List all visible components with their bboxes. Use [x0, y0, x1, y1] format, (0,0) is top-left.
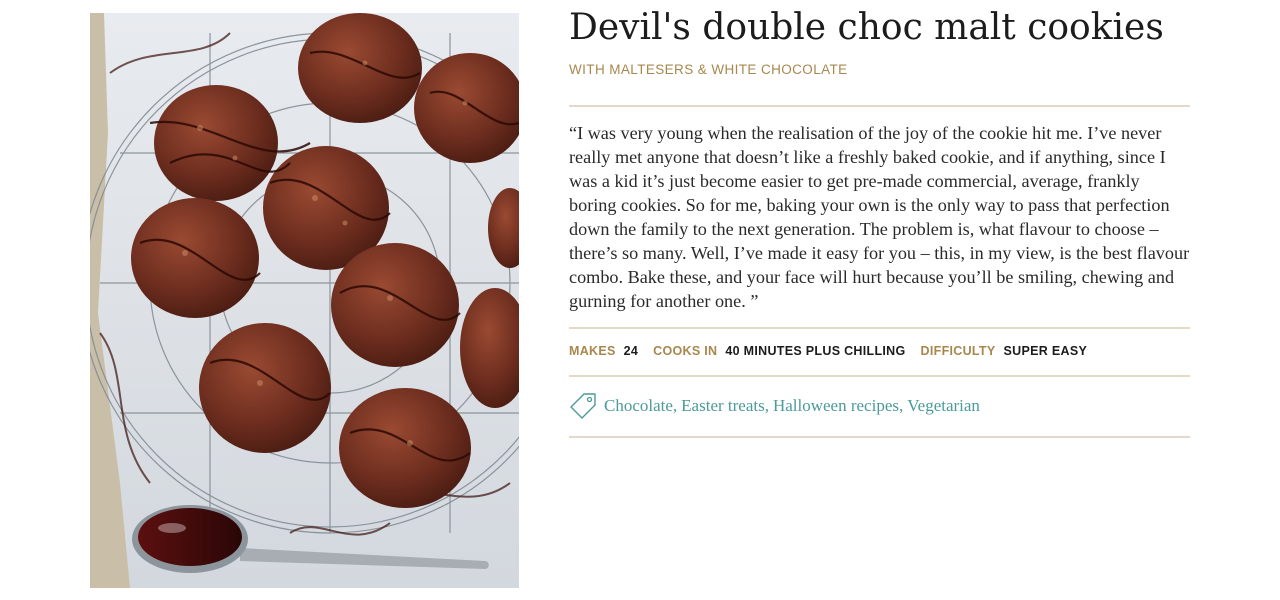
difficulty-label: DIFFICULTY [920, 344, 996, 358]
meta-makes: MAKES 24 [569, 344, 638, 358]
tag-link-chocolate[interactable]: Chocolate [604, 396, 673, 415]
recipe-subtitle: WITH MALTESERS & WHITE CHOCOLATE [569, 62, 848, 77]
divider [569, 105, 1190, 107]
recipe-photo [90, 13, 519, 588]
recipe-title: Devil's double choc malt cookies [569, 7, 1164, 48]
tag-separator: , [672, 396, 678, 415]
tag-separator: , [764, 396, 769, 415]
recipe-meta: MAKES 24 COOKS IN 40 MINUTES PLUS CHILLI… [569, 344, 1102, 358]
tag-separator: , [899, 396, 904, 415]
makes-value: 24 [623, 344, 639, 358]
meta-cooks-in: COOKS IN 40 MINUTES PLUS CHILLING [653, 344, 905, 358]
recipe-tags: Chocolate, Easter treats, Halloween recipe… [569, 392, 980, 420]
recipe-page: Devil's double choc malt cookies WITH MA… [0, 0, 1280, 600]
meta-difficulty: DIFFICULTY SUPER EASY [921, 344, 1088, 358]
tag-link-easter-treats[interactable]: Easter treats [681, 396, 765, 415]
divider [569, 327, 1190, 329]
cookies-image [90, 13, 519, 588]
cooks-in-label: COOKS IN [653, 344, 718, 358]
tag-icon [570, 393, 596, 419]
divider [569, 436, 1190, 438]
recipe-intro: “I was very young when the realisation o… [569, 123, 1190, 311]
tag-link-halloween-recipes[interactable]: Halloween recipes [773, 396, 899, 415]
makes-label: MAKES [569, 344, 616, 358]
cooks-in-value: 40 MINUTES PLUS CHILLING [725, 344, 906, 358]
difficulty-value: SUPER EASY [1003, 344, 1088, 358]
divider [569, 375, 1190, 377]
tag-link-vegetarian[interactable]: Vegetarian [907, 396, 980, 415]
tag-list: Chocolate, Easter treats, Halloween recipe… [604, 396, 980, 416]
